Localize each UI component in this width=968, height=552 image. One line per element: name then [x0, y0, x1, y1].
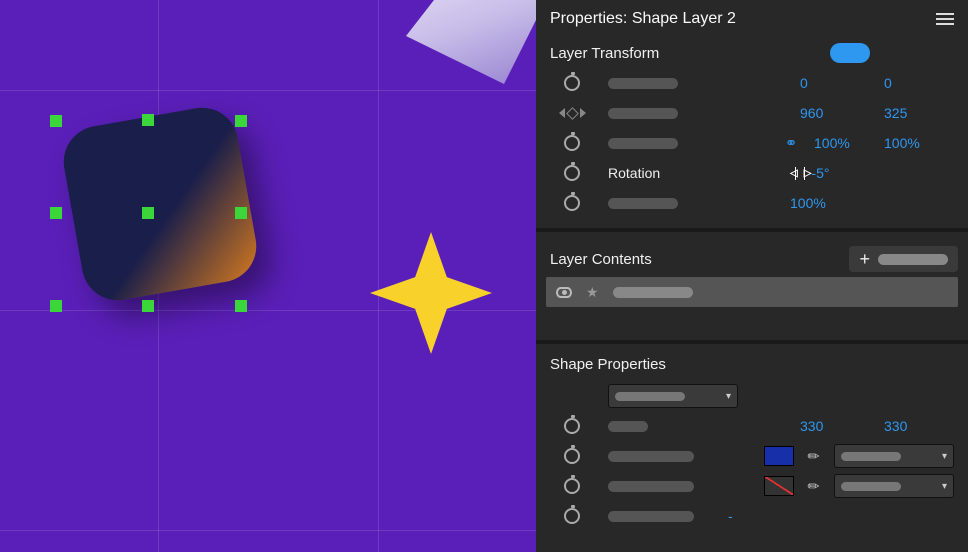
- selection-handle[interactable]: [50, 207, 62, 219]
- fill-color-swatch[interactable]: [764, 446, 794, 466]
- chevron-down-icon: ▾: [942, 451, 947, 462]
- anchor-y-input[interactable]: 0: [884, 75, 954, 91]
- chevron-down-icon: ▾: [726, 391, 731, 402]
- property-name-anchor: [608, 78, 678, 89]
- selection-handle[interactable]: [50, 115, 62, 127]
- stopwatch-icon[interactable]: [564, 448, 580, 464]
- stroke-blend-dropdown[interactable]: ▾: [834, 474, 954, 498]
- extra-value-input[interactable]: -: [728, 508, 808, 524]
- content-item-label: [613, 287, 693, 298]
- properties-panel: Properties: Shape Layer 2 Layer Transfor…: [536, 0, 968, 552]
- stopwatch-icon[interactable]: [564, 508, 580, 524]
- visibility-eye-icon[interactable]: [556, 287, 572, 298]
- property-name-strokewidth: [608, 511, 694, 522]
- property-name-fill: [608, 451, 694, 462]
- star-shape[interactable]: [370, 232, 492, 354]
- keyframe-nav[interactable]: [550, 108, 594, 118]
- star-icon: ★: [586, 284, 599, 301]
- rounded-square-shape[interactable]: [58, 102, 262, 306]
- content-item-row[interactable]: ★: [546, 277, 958, 307]
- rotation-input[interactable]: -5°: [811, 165, 829, 181]
- selection-handle[interactable]: [235, 115, 247, 127]
- scale-x-input[interactable]: 100%: [814, 135, 870, 151]
- reset-toggle[interactable]: [830, 43, 870, 63]
- gridline: [0, 310, 536, 311]
- property-name-position: [608, 108, 678, 119]
- chevron-down-icon: ▾: [942, 481, 947, 492]
- gridline: [0, 90, 536, 91]
- property-name-stroke: [608, 481, 694, 492]
- section-title-transform: Layer Transform: [550, 45, 659, 62]
- gem-shape: [406, 0, 536, 84]
- scrub-cursor-icon: [790, 167, 809, 180]
- prev-keyframe-icon[interactable]: [559, 108, 565, 118]
- position-x-input[interactable]: 960: [800, 105, 870, 121]
- size-y-input[interactable]: 330: [884, 418, 954, 434]
- section-title-shape-props: Shape Properties: [536, 356, 968, 381]
- eyedropper-icon[interactable]: ✎: [804, 476, 824, 496]
- gridline: [0, 530, 536, 531]
- stroke-color-swatch[interactable]: [764, 476, 794, 496]
- opacity-input[interactable]: 100%: [790, 195, 870, 211]
- fill-blend-dropdown[interactable]: ▾: [834, 444, 954, 468]
- selection-handle[interactable]: [142, 300, 154, 312]
- property-name-size: [608, 421, 648, 432]
- eyedropper-icon[interactable]: ✎: [804, 446, 824, 466]
- selection-handle[interactable]: [235, 207, 247, 219]
- stopwatch-icon[interactable]: [564, 165, 580, 181]
- stopwatch-icon[interactable]: [564, 75, 580, 91]
- section-title-contents: Layer Contents: [550, 251, 652, 268]
- plus-icon: +: [859, 250, 870, 268]
- stopwatch-icon[interactable]: [564, 478, 580, 494]
- position-y-input[interactable]: 325: [884, 105, 954, 121]
- scale-y-input[interactable]: 100%: [884, 135, 954, 151]
- keyframe-diamond-icon[interactable]: [566, 107, 579, 120]
- stopwatch-icon[interactable]: [564, 418, 580, 434]
- property-name-opacity: [608, 198, 678, 209]
- selection-handle[interactable]: [50, 300, 62, 312]
- gridline: [378, 0, 379, 552]
- size-x-input[interactable]: 330: [800, 418, 870, 434]
- link-icon[interactable]: ⚭: [782, 134, 800, 152]
- anchor-x-input[interactable]: 0: [800, 75, 870, 91]
- property-name-rotation: Rotation: [608, 165, 678, 181]
- shape-type-dropdown[interactable]: ▾: [608, 384, 738, 408]
- stopwatch-icon[interactable]: [564, 135, 580, 151]
- selection-handle[interactable]: [235, 300, 247, 312]
- composition-canvas[interactable]: [0, 0, 536, 552]
- panel-title: Properties: Shape Layer 2: [550, 10, 736, 28]
- property-name-scale: [608, 138, 678, 149]
- panel-menu-icon[interactable]: [936, 10, 954, 28]
- stopwatch-icon[interactable]: [564, 195, 580, 211]
- selection-handle[interactable]: [142, 114, 154, 126]
- add-content-button[interactable]: +: [849, 246, 958, 272]
- selection-handle[interactable]: [142, 207, 154, 219]
- next-keyframe-icon[interactable]: [580, 108, 586, 118]
